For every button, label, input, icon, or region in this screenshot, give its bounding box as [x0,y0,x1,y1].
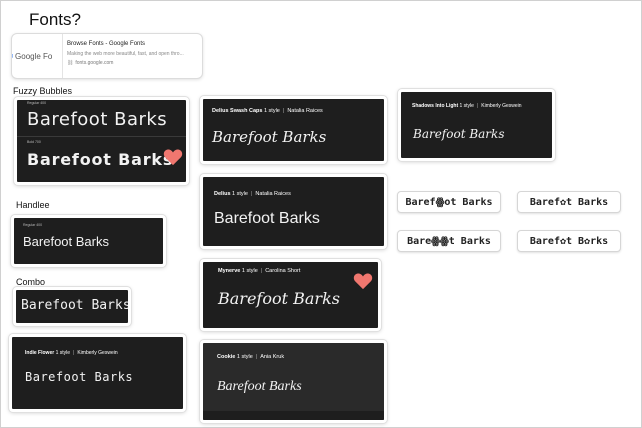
font-author: Natalia Raices [287,108,323,114]
font-sample: Barefoot Barks [21,298,131,313]
font-meta: Cookie 1 style | Ania Kruk [217,354,284,360]
meta-separator: | [73,350,75,356]
link-preview-card[interactable]: ᵍ Google Fo Browse Fonts - Google Fonts … [11,33,203,79]
font-card-combo[interactable]: Barefoot Barks [13,287,131,326]
font-name: Shadows Into Light [412,103,459,109]
font-author: Carolina Short [265,268,301,274]
font-style-count: 1 style [55,350,71,356]
google-fonts-logo: ᵍ Google Fo [12,34,63,78]
heart-icon[interactable] [353,272,373,290]
meta-separator: | [250,191,253,197]
label-combo: Combo [16,277,46,287]
font-meta: Indie Flower 1 style | Kimberly Geswein [25,350,118,356]
font-name: Indie Flower [25,350,55,356]
logo-text: Google Fo [15,51,53,61]
link-icon: ⛓ [67,60,74,66]
font-sample-bold: Barefoot Barks [27,150,174,169]
link-description: Making the web more beautiful, fast, and… [67,51,184,57]
meta-separator: | [476,103,479,109]
meta-separator: | [255,354,258,360]
regular-weight-tag: Regular 400 [27,101,47,105]
font-author: Ania Kruk [260,354,285,360]
label-fuzzy-bubbles: Fuzzy Bubbles [13,86,73,96]
font-card-cookie[interactable]: Cookie 1 style | Ania Kruk Barefoot Barks [200,340,387,423]
paw-variant-tile[interactable]: Bareꙮꙮt Barks [397,230,501,252]
page-title: Fonts? [29,10,81,29]
font-name: Cookie [217,354,236,360]
font-card-fuzzy-bubbles[interactable]: Regular 400 Barefoot Barks Bold 700 Bare… [14,97,189,185]
card-divider [17,136,186,137]
google-g-icon: ᵍ [12,52,13,61]
link-url[interactable]: ⛓ fonts.google.com [67,60,113,66]
font-style-count: 1 style [236,354,253,360]
font-sample-regular: Barefoot Barks [27,109,168,130]
canvas-board: Fonts? ᵍ Google Fo Browse Fonts - Google… [0,0,642,428]
font-author: Natalia Raices [255,191,291,197]
paw-variant-tile[interactable]: Baref✿t B✿rks [517,230,621,252]
font-sample: Barefoot Barks [218,289,340,308]
label-handlee: Handlee [16,200,50,210]
meta-separator: | [282,108,285,114]
link-title: Browse Fonts - Google Fonts [67,41,146,47]
link-url-text: fonts.google.com [75,60,114,66]
font-style-count: 1 style [241,268,258,274]
paw-variant-tile[interactable]: Barefꙮot Barks [397,191,501,213]
font-card-mynerve[interactable]: Mynerve 1 style | Carolina Short Barefoot … [200,259,381,331]
font-sample: Barefoot Barks [25,370,134,384]
card-footer [203,411,384,420]
font-card-indie-flower[interactable]: Indie Flower 1 style | Kimberly Geswein Ba… [9,334,186,412]
font-card-delius-swash-caps[interactable]: Delius Swash Caps 1 style | Natalia Raices… [200,96,387,164]
font-style-count: 1 style [232,191,248,197]
font-meta: Delius Swash Caps 1 style | Natalia Raices [212,108,323,114]
font-card-handlee[interactable]: Regular 400 Barefoot Barks [11,215,166,267]
font-name: Delius Swash Caps [212,108,263,114]
font-card-delius[interactable]: Delius 1 style | Natalia Raices Barefoot B… [200,174,387,249]
bold-weight-tag: Bold 700 [27,140,41,144]
font-meta: Mynerve 1 style | Carolina Short [218,268,300,274]
font-sample: Barefoot Barks [212,128,327,146]
font-meta: Delius 1 style | Natalia Raices [214,191,291,197]
font-author: Kimberly Geswein [77,350,118,356]
font-meta: Shadows Into Light 1 style | Kimberly Gesw… [412,103,522,109]
font-card-shadows-into-light[interactable]: Shadows Into Light 1 style | Kimberly Gesw… [398,89,555,161]
font-sample: Barefoot Barks [413,127,505,141]
font-style-count: 1 style [263,108,280,114]
font-name: Delius [214,191,231,197]
paw-variant-tile[interactable]: Baref✿t Barks [517,191,621,213]
font-name: Mynerve [218,268,241,274]
font-author: Kimberly Geswein [481,103,522,109]
font-sample: Barefoot Barks [217,379,302,394]
font-sample: Barefoot Barks [23,234,109,249]
font-sample: Barefoot Barks [214,210,320,227]
regular-weight-tag: Regular 400 [23,223,43,227]
font-style-count: 1 style [459,103,474,109]
heart-icon[interactable] [163,148,183,166]
meta-separator: | [260,268,263,274]
